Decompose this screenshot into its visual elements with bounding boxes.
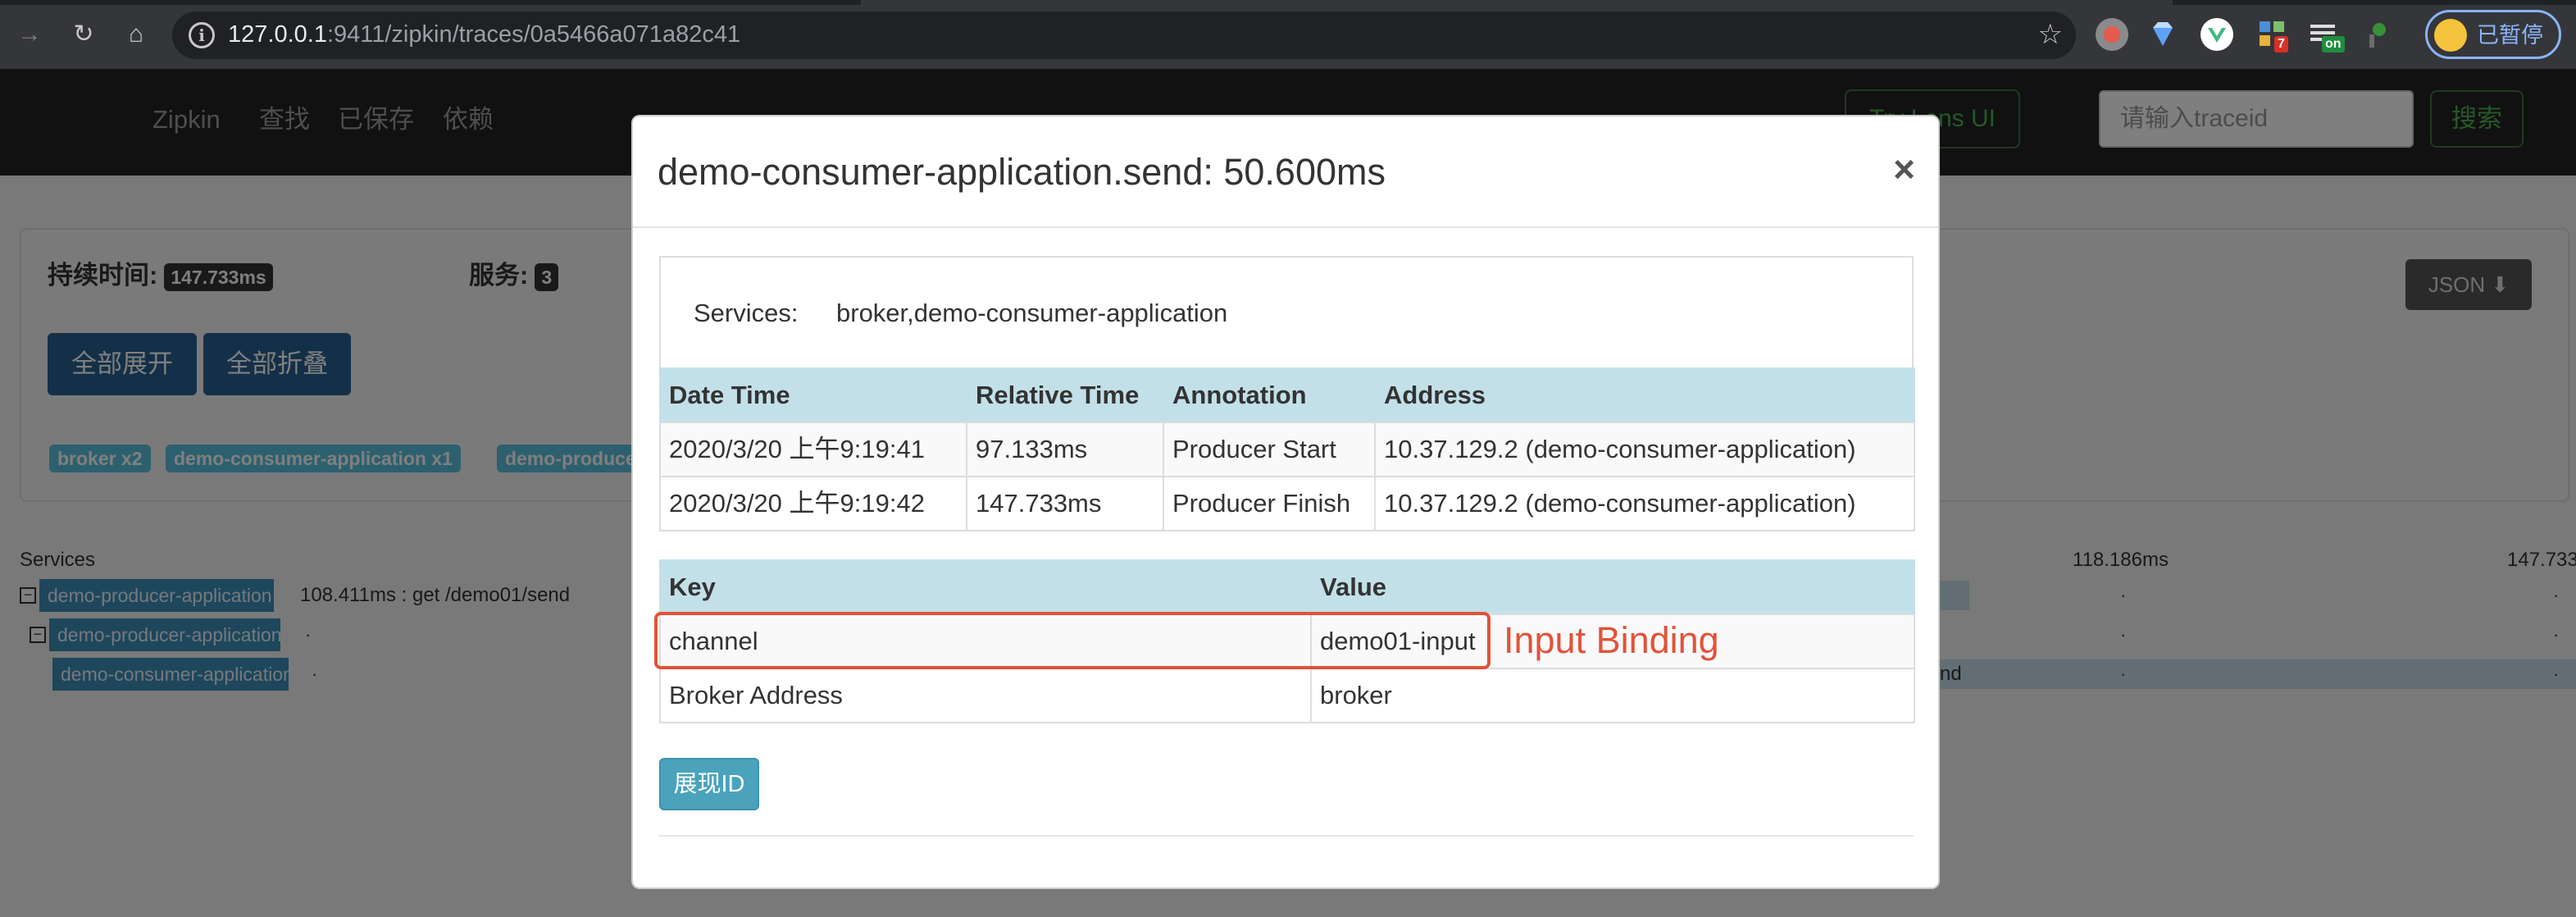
table-cell: 10.37.129.2 (demo-consumer-application) <box>1374 476 1915 531</box>
url-text[interactable]: 127.0.0.1:9411/zipkin/traces/0a5466a071a… <box>228 21 740 48</box>
divider <box>659 835 1914 837</box>
profile-status-label: 已暂停 <box>2477 23 2543 48</box>
extension-badge-count: 7 <box>2274 36 2288 52</box>
table-cell: 147.733ms <box>966 476 1164 531</box>
highlight-box <box>654 612 1491 669</box>
table-cell: broker <box>1310 668 1915 723</box>
avatar <box>2434 19 2467 52</box>
gem-extension-icon[interactable] <box>2146 18 2179 51</box>
table-cell: 97.133ms <box>966 422 1164 477</box>
forward-icon[interactable]: → <box>11 16 48 52</box>
annotations-table: Date Time Relative Time Annotation Addre… <box>659 367 1915 531</box>
vue-devtools-icon[interactable] <box>2201 18 2233 51</box>
address-bar[interactable]: i 127.0.0.1:9411/zipkin/traces/0a5466a07… <box>172 11 2076 59</box>
span-services-value: broker,demo-consumer-application <box>836 299 1228 327</box>
profile-button[interactable]: 已暂停 <box>2425 10 2561 59</box>
column-header: Key <box>659 559 1312 615</box>
column-header: Value <box>1310 559 1915 615</box>
table-cell: 2020/3/20 上午9:19:41 <box>659 422 967 477</box>
table-row: Broker Address broker <box>659 668 1915 723</box>
table-header-row: Date Time Relative Time Annotation Addre… <box>659 367 1915 423</box>
grid-extension-icon[interactable]: 7 <box>2256 18 2289 52</box>
tab-strip <box>0 0 2576 5</box>
highlight-annotation-label: Input Binding <box>1504 619 1719 661</box>
site-info-icon[interactable]: i <box>189 22 215 48</box>
list-extension-icon[interactable]: on <box>2307 18 2345 52</box>
table-row: 2020/3/20 上午9:19:42 147.733ms Producer F… <box>659 476 1915 531</box>
modal-header: demo-consumer-application.send: 50.600ms… <box>633 116 1938 228</box>
bookmark-star-icon[interactable]: ☆ <box>2038 18 2063 51</box>
modal-title: demo-consumer-application.send: 50.600ms <box>658 151 1386 193</box>
url-host: 127.0.0.1 <box>228 21 327 48</box>
plugin-extension-icon[interactable] <box>2360 18 2392 51</box>
table-header-row: Key Value <box>659 559 1915 615</box>
column-header: Relative Time <box>966 367 1164 423</box>
extension-badge-on: on <box>2322 36 2345 52</box>
browser-toolbar: → ↻ ⌂ i 127.0.0.1:9411/zipkin/traces/0a5… <box>0 0 2576 69</box>
url-path: :9411/zipkin/traces/0a5466a071a82c41 <box>326 21 741 48</box>
span-services-box: Services: broker,demo-consumer-applicati… <box>659 256 1914 367</box>
column-header: Date Time <box>659 367 967 423</box>
table-row: 2020/3/20 上午9:19:41 97.133ms Producer St… <box>659 422 1915 477</box>
table-cell: Producer Finish <box>1163 476 1376 531</box>
column-header: Annotation <box>1163 367 1376 423</box>
record-extension-icon[interactable] <box>2096 18 2128 51</box>
active-tab[interactable] <box>861 0 2173 5</box>
show-id-button[interactable]: 展现ID <box>659 758 759 810</box>
reload-icon[interactable]: ↻ <box>66 16 102 52</box>
home-icon[interactable]: ⌂ <box>118 16 154 52</box>
table-cell: Producer Start <box>1163 422 1376 477</box>
table-cell: Broker Address <box>659 668 1312 723</box>
table-cell: 2020/3/20 上午9:19:42 <box>659 476 967 531</box>
column-header: Address <box>1374 367 1915 423</box>
span-detail-modal: demo-consumer-application.send: 50.600ms… <box>631 115 1940 889</box>
span-services-label: Services: <box>694 299 799 327</box>
close-icon[interactable]: × <box>1893 144 1915 194</box>
table-cell: 10.37.129.2 (demo-consumer-application) <box>1374 422 1915 477</box>
